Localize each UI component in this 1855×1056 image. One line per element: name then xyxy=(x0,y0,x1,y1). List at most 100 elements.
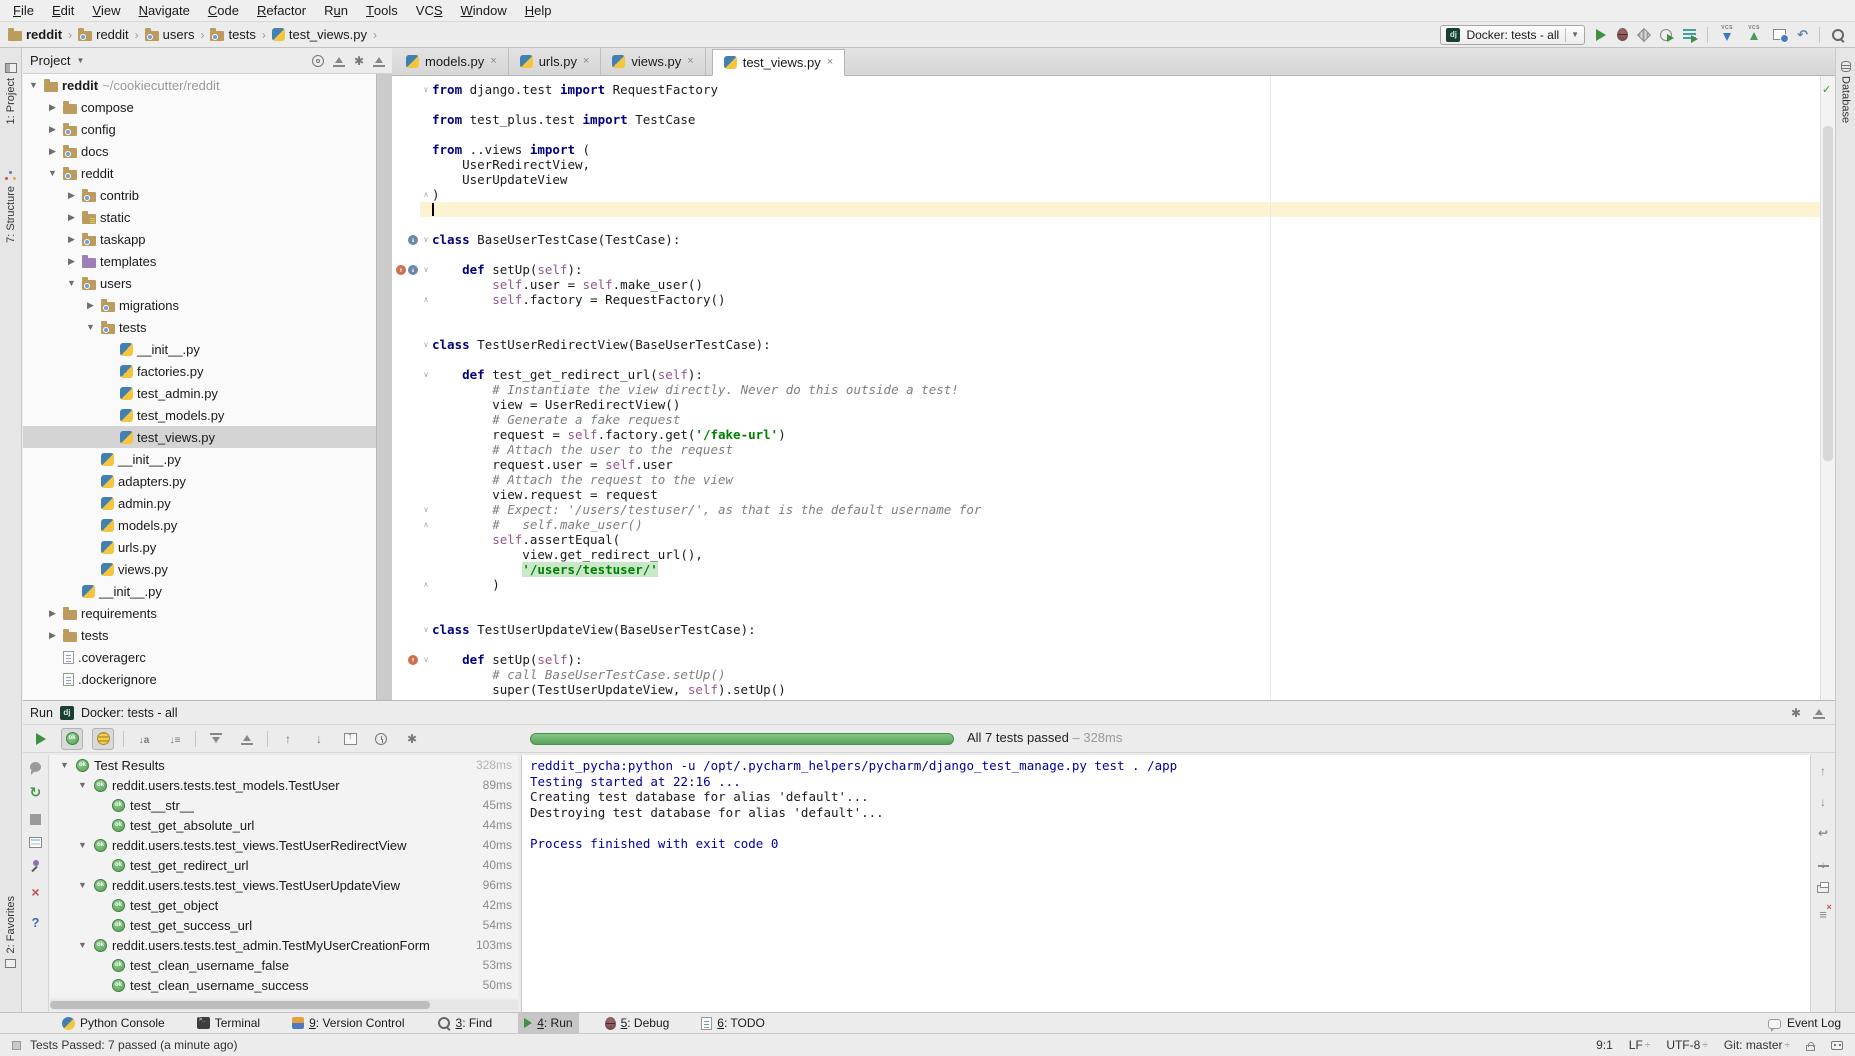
project-tree-item[interactable]: ▼reddit ~/cookiecutter/reddit xyxy=(23,74,376,96)
tab-test_views.py[interactable]: test_views.py× xyxy=(712,49,845,76)
editor-scrollbar-thumb[interactable] xyxy=(1823,126,1833,461)
test-down-icon[interactable] xyxy=(408,265,418,275)
project-tree-item[interactable]: .dockerignore xyxy=(23,668,376,690)
menu-file[interactable]: File xyxy=(4,0,43,21)
test-tree-row[interactable]: test_get_object42ms xyxy=(50,895,518,915)
project-tree-item[interactable]: ▶tests xyxy=(23,624,376,646)
project-scrollbar[interactable] xyxy=(376,74,392,700)
tree-expand-icon[interactable]: ▼ xyxy=(84,322,97,332)
project-tree-item[interactable]: test_admin.py xyxy=(23,382,376,404)
test-tree-row[interactable]: ▼Test Results328ms xyxy=(50,755,518,775)
toolwindow-button-version-control[interactable]: 9: Version Control xyxy=(286,1013,410,1033)
menu-run[interactable]: Run xyxy=(315,0,357,21)
hide-panel-icon[interactable] xyxy=(373,55,385,67)
hector-icon[interactable] xyxy=(1831,1041,1843,1050)
tree-expand-icon[interactable]: ▼ xyxy=(65,278,78,288)
project-tree-item[interactable]: ▼tests xyxy=(23,316,376,338)
project-tree-item[interactable]: urls.py xyxy=(23,536,376,558)
toolwindow-button-todo[interactable]: 6: TODO xyxy=(695,1013,771,1033)
show-passed-icon[interactable] xyxy=(61,728,83,750)
run-settings-icon[interactable] xyxy=(401,728,423,750)
status-widget-utf-8[interactable]: UTF-8÷ xyxy=(1666,1038,1708,1052)
toolwindow-switcher-icon[interactable] xyxy=(12,1041,21,1050)
project-tree-item[interactable]: ▶contrib xyxy=(23,184,376,206)
sort-alpha-icon[interactable] xyxy=(133,728,155,750)
recent-changes-icon[interactable] xyxy=(1773,29,1786,40)
project-panel-title[interactable]: Project xyxy=(30,53,70,68)
settings-icon[interactable] xyxy=(354,53,364,68)
menu-tools[interactable]: Tools xyxy=(357,0,407,21)
tree-expand-icon[interactable]: ▶ xyxy=(46,630,59,641)
test-tree-row[interactable]: ▼reddit.users.tests.test_admin.TestMyUse… xyxy=(50,935,518,955)
tab-models.py[interactable]: models.py× xyxy=(395,48,509,75)
tree-expand-icon[interactable]: ▶ xyxy=(46,146,59,157)
tree-expand-icon[interactable]: ▶ xyxy=(65,190,78,201)
toolwindow-button-python-console[interactable]: Python Console xyxy=(56,1013,171,1033)
chevron-down-icon[interactable]: ▼ xyxy=(1565,28,1579,42)
project-tree-item[interactable]: ▶docs xyxy=(23,140,376,162)
menu-help[interactable]: Help xyxy=(516,0,561,21)
rerun-failed-icon[interactable] xyxy=(30,784,42,802)
tree-expand-icon[interactable]: ▶ xyxy=(65,256,78,267)
tree-expand-icon[interactable]: ▶ xyxy=(46,124,59,135)
project-tree-item[interactable]: models.py xyxy=(23,514,376,536)
search-icon[interactable] xyxy=(1831,28,1845,42)
event-log-button[interactable]: Event Log xyxy=(1787,1016,1841,1030)
inspections-ok-icon[interactable] xyxy=(1822,80,1831,98)
project-tree-item[interactable]: __init__.py xyxy=(23,580,376,602)
editor-scrollbar[interactable] xyxy=(1820,76,1835,700)
project-tree-item[interactable]: adapters.py xyxy=(23,470,376,492)
test-tree-row[interactable]: test_get_redirect_url40ms xyxy=(50,855,518,875)
project-tree-item[interactable]: factories.py xyxy=(23,360,376,382)
project-tree-item[interactable]: ▼reddit xyxy=(23,162,376,184)
test-tree-row[interactable]: test__str__45ms xyxy=(50,795,518,815)
test-up-icon[interactable] xyxy=(408,655,418,665)
rerun-icon[interactable] xyxy=(30,728,52,750)
pin-icon[interactable] xyxy=(30,860,42,872)
locate-icon[interactable] xyxy=(312,55,324,67)
fold-marker-icon[interactable]: ∧ xyxy=(420,517,432,532)
project-tree-item[interactable]: test_views.py xyxy=(23,426,376,448)
test-tree-row[interactable]: test_get_success_url54ms xyxy=(50,915,518,935)
tree-expand-icon[interactable]: ▼ xyxy=(76,840,89,850)
close-icon[interactable]: × xyxy=(687,56,693,67)
coverage-icon[interactable] xyxy=(1637,27,1651,41)
project-tree-item[interactable]: ▶migrations xyxy=(23,294,376,316)
fold-marker-icon[interactable]: ∧ xyxy=(420,577,432,592)
tree-expand-icon[interactable]: ▼ xyxy=(76,880,89,890)
fold-marker-icon[interactable]: ∧ xyxy=(420,187,432,202)
collapse-all-icon[interactable] xyxy=(333,55,345,67)
project-tree-item[interactable]: __init__.py xyxy=(23,448,376,470)
vcs-commit-icon[interactable] xyxy=(1746,26,1762,43)
breadcrumb-item[interactable]: reddit xyxy=(78,27,129,42)
next-failed-icon[interactable] xyxy=(308,728,330,750)
project-tree-item[interactable]: admin.py xyxy=(23,492,376,514)
toolwindow-button-debug[interactable]: 5: Debug xyxy=(599,1013,676,1033)
project-tree-item[interactable]: __init__.py xyxy=(23,338,376,360)
tree-expand-icon[interactable]: ▼ xyxy=(27,80,40,90)
prev-failed-icon[interactable] xyxy=(277,728,299,750)
debug-icon[interactable] xyxy=(1617,28,1628,41)
test-tree-hscrollbar[interactable] xyxy=(50,1000,518,1010)
run-configurations-icon[interactable] xyxy=(1683,29,1696,41)
project-tree-item[interactable]: ▶requirements xyxy=(23,602,376,624)
up-stack-icon[interactable] xyxy=(1820,762,1826,780)
close-red-icon[interactable] xyxy=(31,884,39,902)
fold-marker-icon[interactable]: ∨ xyxy=(420,367,432,382)
collapse-all-icon[interactable] xyxy=(236,728,258,750)
test-tree-row[interactable]: test_clean_username_false53ms xyxy=(50,955,518,975)
breadcrumb-item[interactable]: reddit xyxy=(8,27,62,42)
tab-urls.py[interactable]: urls.py× xyxy=(509,48,602,75)
print-icon[interactable] xyxy=(1817,885,1829,893)
sidebar-item-structure[interactable]: 7: Structure xyxy=(0,170,21,243)
tree-expand-icon[interactable]: ▼ xyxy=(76,780,89,790)
profiler-icon[interactable] xyxy=(1660,29,1672,41)
lock-icon[interactable] xyxy=(1806,1045,1815,1051)
menu-edit[interactable]: Edit xyxy=(43,0,83,21)
menu-window[interactable]: Window xyxy=(452,0,516,21)
chevron-down-icon[interactable]: ▼ xyxy=(76,56,84,65)
test-tree-row[interactable]: ▼reddit.users.tests.test_views.TestUserU… xyxy=(50,875,518,895)
tree-expand-icon[interactable]: ▶ xyxy=(84,300,97,311)
fold-marker-icon[interactable]: ∧ xyxy=(420,292,432,307)
breadcrumb-item[interactable]: tests xyxy=(210,27,255,42)
